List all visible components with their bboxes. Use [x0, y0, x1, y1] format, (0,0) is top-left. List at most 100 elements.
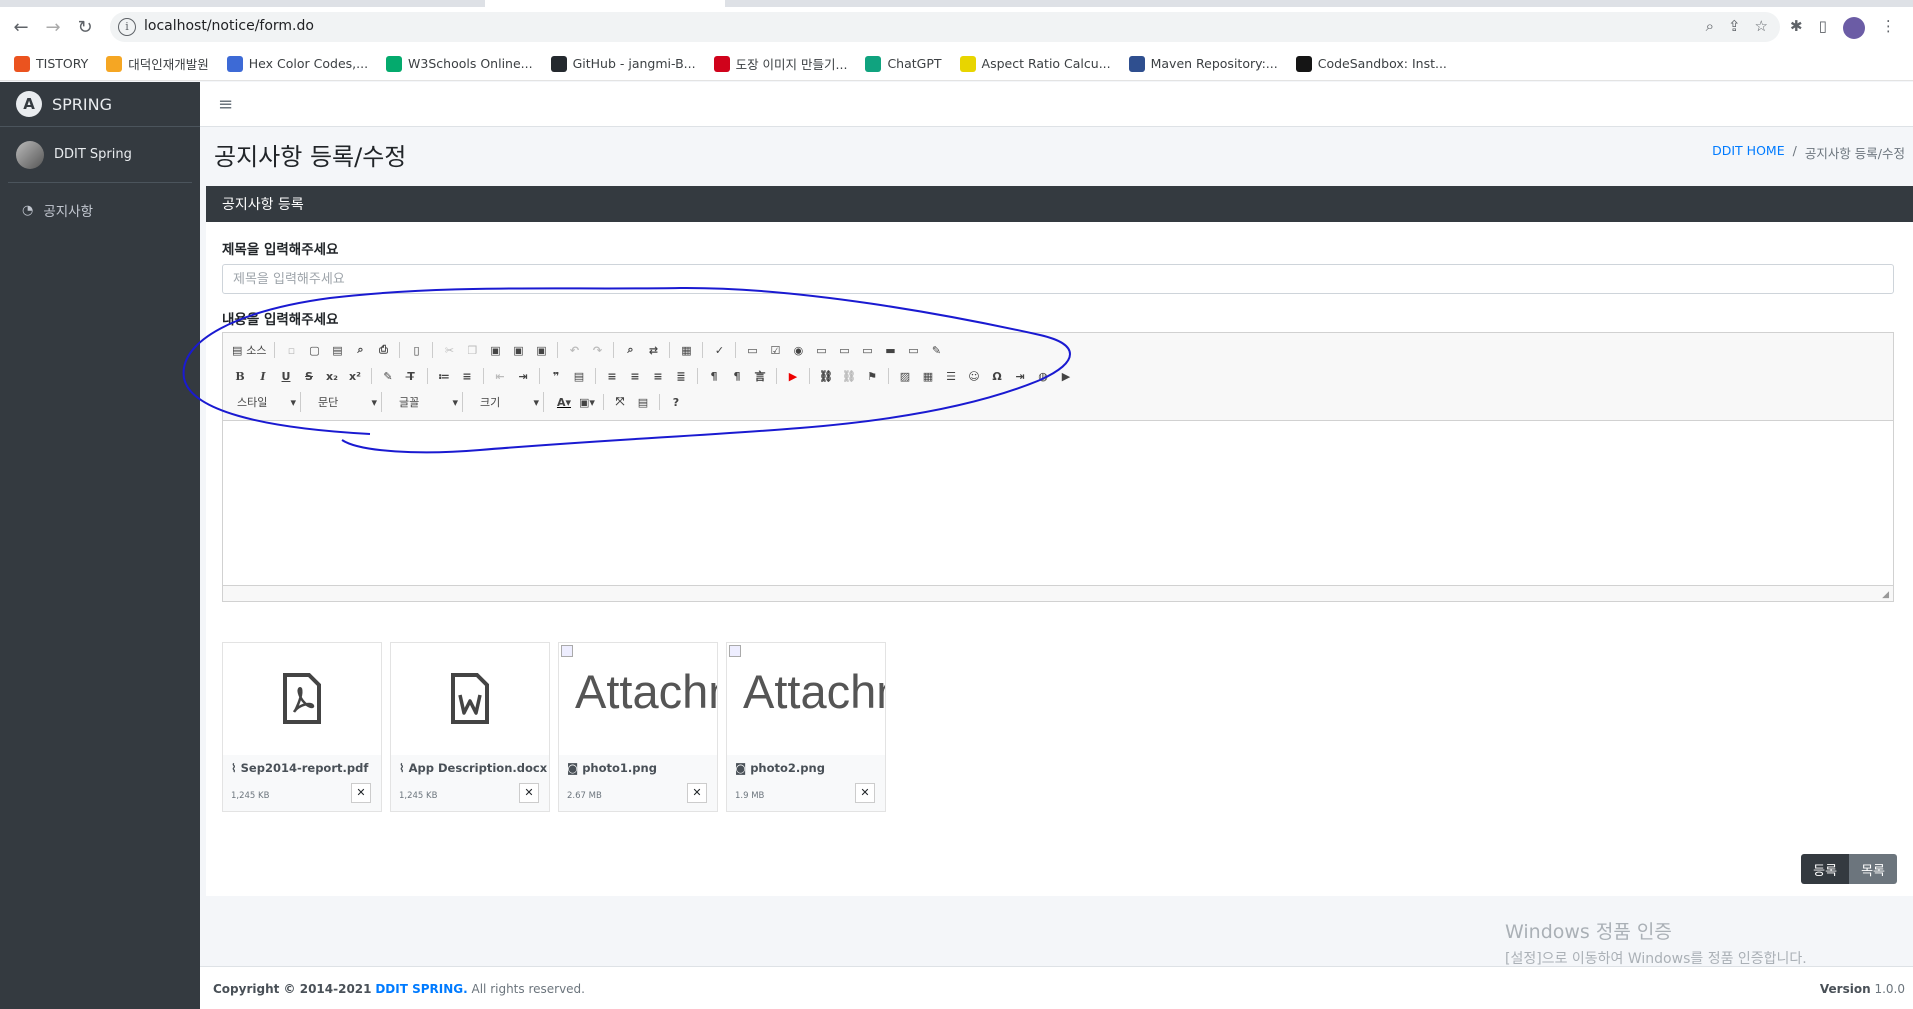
editor-content-area[interactable] — [223, 421, 1893, 585]
attachment-name[interactable]: ⌇ Sep2014-report.pdf — [231, 761, 368, 775]
checkbox-icon[interactable]: ☑ — [764, 339, 786, 361]
unlink-icon[interactable]: ⛓ — [838, 365, 860, 387]
templates-icon[interactable]: ▤ — [326, 339, 348, 361]
style-dropdown[interactable]: 스타일 ▾ — [229, 392, 301, 412]
share-icon[interactable]: ⇪ — [1728, 17, 1741, 35]
user-panel[interactable]: DDIT Spring — [8, 127, 192, 183]
image-icon[interactable]: ▨ — [894, 365, 916, 387]
align-center-icon[interactable]: ≡ — [624, 365, 646, 387]
side-panel-icon[interactable]: ▯ — [1819, 17, 1827, 39]
save-icon[interactable]: ▫ — [280, 339, 302, 361]
paste-text-icon[interactable]: ▣ — [507, 339, 529, 361]
bookmark-item[interactable]: W3Schools Online... — [386, 55, 533, 72]
video-icon[interactable]: ▶ — [1055, 365, 1077, 387]
special-char-icon[interactable]: Ω — [986, 365, 1008, 387]
bookmark-item[interactable]: Hex Color Codes,... — [226, 55, 368, 72]
sidebar-item-notice[interactable]: ◔ 공지사항 — [8, 193, 192, 227]
bookmark-item[interactable]: ChatGPT — [865, 55, 942, 72]
page-break-icon[interactable]: ⇥ — [1009, 365, 1031, 387]
back-icon[interactable]: ← — [10, 17, 32, 39]
url-text[interactable]: localhost/notice/form.do — [144, 18, 314, 34]
bulleted-list-icon[interactable]: ≡ — [456, 365, 478, 387]
rtl-icon[interactable]: ¶ — [726, 365, 748, 387]
align-justify-icon[interactable]: ≣ — [670, 365, 692, 387]
select-field-icon[interactable]: ▭ — [856, 339, 878, 361]
maximize-icon[interactable]: ⤧ — [609, 391, 631, 413]
link-icon[interactable]: ⛓ — [815, 365, 837, 387]
source-button[interactable]: ▤ 소스 — [229, 339, 269, 361]
font-dropdown[interactable]: 글꼴 ▾ — [391, 392, 463, 412]
copy-icon[interactable]: ❐ — [461, 339, 483, 361]
reload-icon[interactable]: ↻ — [74, 17, 96, 39]
ltr-icon[interactable]: ¶ — [703, 365, 725, 387]
bookmark-item[interactable]: Maven Repository:... — [1128, 55, 1278, 72]
horizontal-line-icon[interactable]: ☰ — [940, 365, 962, 387]
register-button[interactable]: 등록 — [1801, 854, 1850, 884]
align-right-icon[interactable]: ≡ — [647, 365, 669, 387]
menu-icon[interactable]: ⋮ — [1881, 17, 1896, 39]
resize-handle-icon[interactable]: ◢ — [1882, 590, 1889, 600]
delete-attachment-button[interactable]: ✕ — [351, 783, 371, 803]
extensions-icon[interactable]: ✱ — [1790, 17, 1803, 39]
delete-attachment-button[interactable]: ✕ — [855, 783, 875, 803]
superscript-icon[interactable]: x² — [344, 365, 366, 387]
hamburger-menu-icon[interactable]: ≡ — [218, 94, 233, 115]
indent-icon[interactable]: ⇥ — [512, 365, 534, 387]
text-color-icon[interactable]: A▾ — [553, 391, 575, 413]
footer-brand-link[interactable]: DDIT SPRING. — [375, 982, 467, 996]
bookmark-item[interactable]: Aspect Ratio Calcu... — [959, 55, 1111, 72]
size-dropdown[interactable]: 크기 ▾ — [472, 392, 544, 412]
bg-color-icon[interactable]: ▣▾ — [576, 391, 598, 413]
spellcheck-icon[interactable]: ✓ — [708, 339, 730, 361]
new-page-icon[interactable]: ▢ — [303, 339, 325, 361]
bookmark-item[interactable]: TISTORY — [14, 55, 88, 72]
numbered-list-icon[interactable]: ≔ — [433, 365, 455, 387]
zoom-icon[interactable]: ⌕ — [1706, 17, 1714, 35]
image-button-icon[interactable]: ▭ — [902, 339, 924, 361]
attachment-name[interactable]: ◙ photo2.png — [735, 761, 825, 775]
textarea-icon[interactable]: ▭ — [833, 339, 855, 361]
remove-format-icon[interactable]: T̶ — [400, 365, 422, 387]
strikethrough-icon[interactable]: S — [298, 365, 320, 387]
language-icon[interactable]: 言 — [749, 365, 771, 387]
smiley-icon[interactable]: ☺ — [963, 365, 985, 387]
subscript-icon[interactable]: x₂ — [321, 365, 343, 387]
document-icon[interactable]: ▯ — [405, 339, 427, 361]
radio-icon[interactable]: ◉ — [787, 339, 809, 361]
active-tab[interactable] — [485, 0, 725, 7]
underline-icon[interactable]: U — [275, 365, 297, 387]
profile-avatar[interactable] — [1842, 17, 1865, 39]
bookmark-star-icon[interactable]: ☆ — [1755, 17, 1768, 35]
breadcrumb-home-link[interactable]: DDIT HOME — [1712, 143, 1784, 162]
bookmark-item[interactable]: 대덕인재개발원 — [106, 54, 209, 73]
find-icon[interactable]: ⌕ — [619, 339, 641, 361]
brand-link[interactable]: A SPRING — [0, 82, 200, 127]
print-icon[interactable]: ⎙ — [372, 339, 394, 361]
attachment-name[interactable]: ◙ photo1.png — [567, 761, 657, 775]
iframe-icon[interactable]: ◍ — [1032, 365, 1054, 387]
help-icon[interactable]: ? — [665, 391, 687, 413]
form-icon[interactable]: ▭ — [741, 339, 763, 361]
button-field-icon[interactable]: ▬ — [879, 339, 901, 361]
show-blocks-icon[interactable]: ▤ — [632, 391, 654, 413]
blockquote-icon[interactable]: ❞ — [545, 365, 567, 387]
delete-attachment-button[interactable]: ✕ — [519, 783, 539, 803]
forward-icon[interactable]: → — [42, 17, 64, 39]
attachment-name[interactable]: ⌇ App Description.docx — [399, 761, 547, 775]
italic-icon[interactable]: I — [252, 365, 274, 387]
textfield-icon[interactable]: ▭ — [810, 339, 832, 361]
table-icon[interactable]: ▦ — [917, 365, 939, 387]
paste-icon[interactable]: ▣ — [484, 339, 506, 361]
select-all-icon[interactable]: ▦ — [675, 339, 697, 361]
redo-icon[interactable]: ↷ — [586, 339, 608, 361]
cut-icon[interactable]: ✂ — [438, 339, 460, 361]
undo-icon[interactable]: ↶ — [563, 339, 585, 361]
div-container-icon[interactable]: ▤ — [568, 365, 590, 387]
anchor-flag-icon[interactable]: ⚑ — [861, 365, 883, 387]
hidden-field-icon[interactable]: ✎ — [925, 339, 947, 361]
bookmark-item[interactable]: CodeSandbox: Inst... — [1295, 55, 1447, 72]
bookmark-item[interactable]: 도장 이미지 만들기... — [713, 54, 847, 73]
replace-icon[interactable]: ⇄ — [642, 339, 664, 361]
delete-attachment-button[interactable]: ✕ — [687, 783, 707, 803]
paste-word-icon[interactable]: ▣ — [530, 339, 552, 361]
